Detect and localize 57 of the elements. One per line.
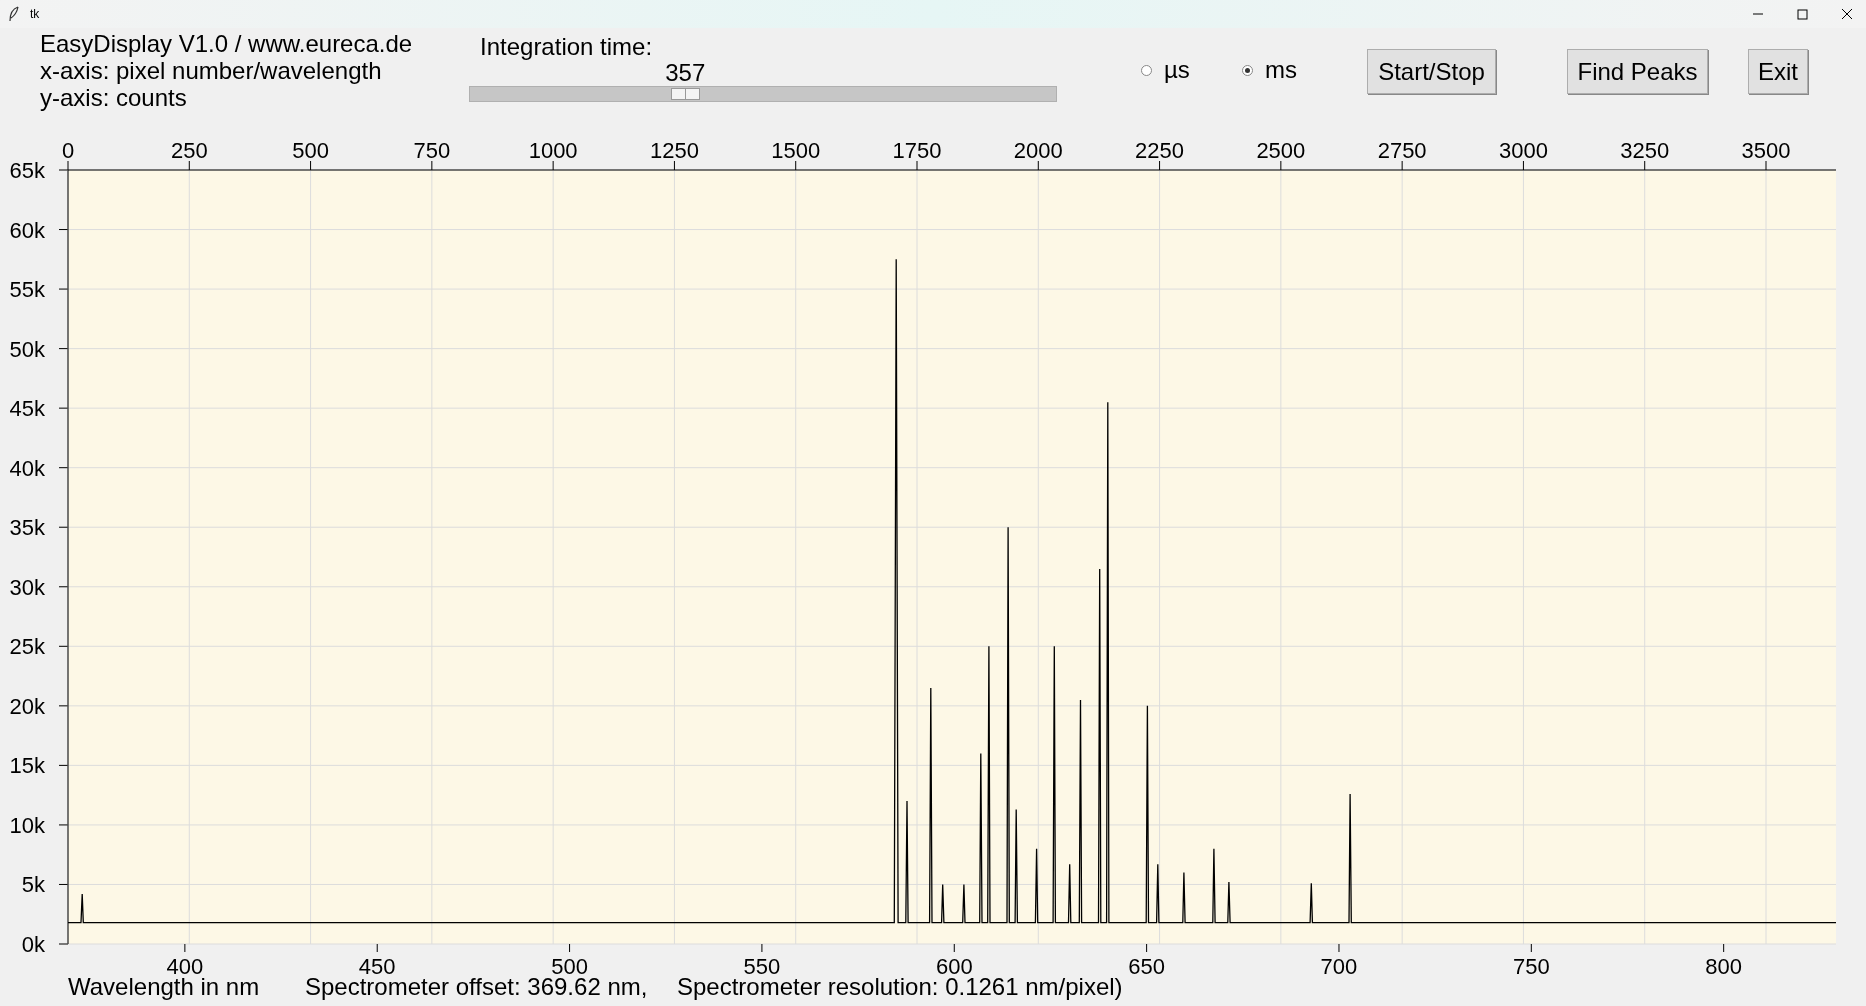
x-axis-label: Wavelength in nm xyxy=(68,974,261,1000)
wavelength-tick-label: 400 xyxy=(166,954,204,974)
footer-text: Spectrometer offset: 369.62 nm, xyxy=(305,974,649,1000)
y-tick-label: 65k xyxy=(9,158,45,183)
start-stop-button[interactable]: Start/Stop xyxy=(1367,49,1496,94)
integration-slider[interactable] xyxy=(469,86,1057,102)
pixel-tick-label: 2750 xyxy=(1377,138,1427,163)
feather-icon xyxy=(8,6,20,22)
integration-label: Integration time: xyxy=(480,34,654,60)
pixel-tick-label: 500 xyxy=(292,138,329,163)
slider-thumb[interactable] xyxy=(671,88,701,100)
y-tick-label: 30k xyxy=(9,574,45,600)
find-peaks-button[interactable]: Find Peaks xyxy=(1567,49,1708,94)
footer-text: Spectrometer resolution: 0.1261 nm/pixel) xyxy=(677,974,1123,1000)
unit-radio[interactable]: ms xyxy=(1242,52,1343,88)
wavelength-tick-label: 700 xyxy=(1320,954,1358,974)
wavelength-tick-label: 600 xyxy=(935,954,973,974)
y-tick-label: 5k xyxy=(21,872,45,898)
y-tick-label: 45k xyxy=(9,396,45,422)
y-tick-label: 20k xyxy=(9,693,45,719)
pixel-tick-label: 1250 xyxy=(649,138,699,163)
y-tick-label: 40k xyxy=(9,455,45,481)
y-tick-label: 15k xyxy=(9,753,45,779)
pixel-tick-label: 1750 xyxy=(892,138,942,163)
wavelength-tick-label: 550 xyxy=(743,954,781,974)
close-icon[interactable] xyxy=(1841,8,1853,20)
wavelength-tick-label: 800 xyxy=(1705,954,1743,974)
window-title: tk xyxy=(30,6,40,23)
y-tick-label: 60k xyxy=(9,217,45,243)
header-text: EasyDisplay V1.0 / www.eureca.de xyxy=(40,30,414,57)
pixel-tick-label: 0 xyxy=(61,138,75,163)
wavelength-tick-label: 500 xyxy=(551,954,588,974)
y-tick-label: 35k xyxy=(9,515,45,541)
pixel-tick-label: 1500 xyxy=(771,138,821,163)
y-tick-label: 0k xyxy=(21,932,45,957)
pixel-tick-label: 250 xyxy=(170,138,208,163)
wavelength-tick-label: 650 xyxy=(1128,954,1165,974)
header-text: x-axis: pixel number/wavelength xyxy=(40,57,383,84)
header-text: y-axis: counts xyxy=(40,84,188,111)
pixel-tick-label: 2000 xyxy=(1013,138,1063,163)
pixel-tick-label: 2250 xyxy=(1135,138,1185,163)
maximize-icon[interactable] xyxy=(1797,8,1808,20)
pixel-tick-label: 2500 xyxy=(1256,138,1306,163)
pixel-tick-label: 3500 xyxy=(1741,138,1791,163)
y-tick-label: 10k xyxy=(9,812,45,838)
y-tick-label: 55k xyxy=(9,277,45,303)
pixel-tick-label: 1000 xyxy=(528,138,578,163)
unit-radio[interactable]: µs xyxy=(1141,52,1242,88)
slider-value: 357 xyxy=(665,62,706,84)
wavelength-tick-label: 450 xyxy=(358,954,396,974)
pixel-tick-label: 3250 xyxy=(1620,138,1670,163)
pixel-tick-label: 750 xyxy=(413,138,451,163)
y-tick-label: 50k xyxy=(9,336,45,362)
exit-button[interactable]: Exit xyxy=(1748,49,1808,94)
pixel-tick-label: 3000 xyxy=(1498,138,1548,163)
y-tick-label: 25k xyxy=(9,634,45,660)
wavelength-tick-label: 750 xyxy=(1512,954,1550,974)
